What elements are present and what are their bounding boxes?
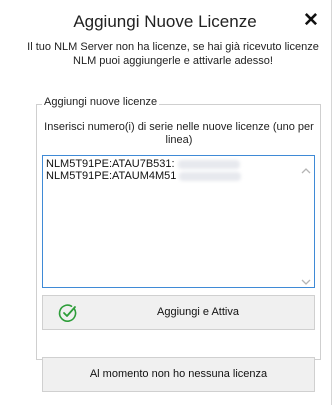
dialog-title: Aggiungi Nuove Licenze (73, 12, 257, 31)
close-button[interactable]: ✕ (300, 10, 322, 32)
scroll-down-icon[interactable] (301, 277, 311, 287)
no-license-label: Al momento non ho nessuna licenza (89, 368, 268, 380)
serial-value: NLM5T91PE:ATAU7B531: (46, 158, 175, 170)
add-activate-button[interactable]: Aggiungi e Attiva (42, 295, 315, 330)
add-licenses-dialog: Aggiungi Nuove Licenze ✕ Il tuo NLM Serv… (0, 0, 334, 405)
check-circle-icon (58, 303, 78, 323)
serial-line: NLM5T91PE:ATAU7B531: (46, 158, 241, 170)
serial-line: NLM5T91PE:ATAUM4M51 (46, 170, 242, 182)
serial-value: NLM5T91PE:ATAUM4M51 (46, 170, 177, 182)
serials-textarea[interactable]: NLM5T91PE:ATAU7B531: NLM5T91PE:ATAUM4M51 (42, 155, 315, 288)
vertical-scrollbar[interactable] (298, 156, 314, 287)
scroll-up-icon[interactable] (301, 166, 311, 176)
dialog-border (331, 0, 332, 405)
intro-text: Il tuo NLM Server non ha licenze, se hai… (27, 41, 319, 67)
redacted-mask (179, 171, 242, 181)
redacted-mask (177, 159, 240, 169)
add-activate-label: Aggiungi e Attiva (157, 306, 239, 318)
group-legend: Aggiungi nuove licenze (42, 96, 160, 108)
serial-instructions: Inserisci numero(i) di serie nelle nuove… (44, 121, 314, 146)
serial-list: NLM5T91PE:ATAU7B531: NLM5T91PE:ATAUM4M51 (46, 158, 242, 182)
no-license-button[interactable]: Al momento non ho nessuna licenza (42, 357, 315, 392)
close-icon: ✕ (303, 10, 319, 31)
